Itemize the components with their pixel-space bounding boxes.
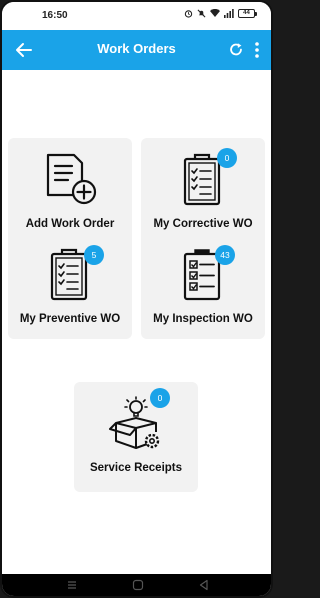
my-preventive-wo-card[interactable]: 5 My Preventive WO	[8, 233, 132, 339]
refresh-icon[interactable]	[227, 40, 245, 60]
add-document-icon	[46, 153, 97, 205]
card-label: My Inspection WO	[153, 313, 253, 325]
more-vert-icon[interactable]	[252, 40, 262, 60]
back-nav-icon[interactable]	[198, 579, 210, 591]
notification-badge: 43	[215, 245, 235, 265]
system-nav-bar	[2, 574, 271, 596]
notification-badge: 0	[217, 148, 237, 168]
card-label: Service Receipts	[89, 462, 183, 474]
wifi-icon	[210, 9, 220, 17]
battery-icon: 44	[238, 9, 257, 18]
add-work-order-card[interactable]: Add Work Order	[8, 138, 132, 244]
card-label: Add Work Order	[25, 218, 115, 230]
status-bar: 16:50 44	[2, 2, 271, 30]
card-label: My Corrective WO	[153, 218, 253, 230]
status-icons: 44	[184, 9, 257, 18]
service-receipts-card[interactable]: 0 Service Receipts	[74, 382, 198, 492]
notification-badge: 5	[84, 245, 104, 265]
recent-apps-icon[interactable]	[66, 579, 78, 591]
home-button-icon[interactable]	[132, 579, 144, 591]
my-inspection-wo-card[interactable]: 43 My Inspection WO	[141, 233, 265, 339]
card-label: My Preventive WO	[19, 313, 121, 325]
status-time: 16:50	[42, 10, 68, 21]
alarm-icon	[184, 10, 193, 18]
mute-icon	[197, 9, 206, 18]
my-corrective-wo-card[interactable]: 0 My Corrective WO	[141, 138, 265, 244]
screen: 16:50 44 Work Orders Add Work Order 0 My…	[2, 2, 271, 596]
signal-icon	[224, 9, 234, 18]
battery-level: 44	[238, 9, 255, 18]
app-bar: Work Orders	[2, 30, 271, 70]
phone-frame: 16:50 44 Work Orders Add Work Order 0 My…	[0, 0, 273, 598]
notification-badge: 0	[150, 388, 170, 408]
